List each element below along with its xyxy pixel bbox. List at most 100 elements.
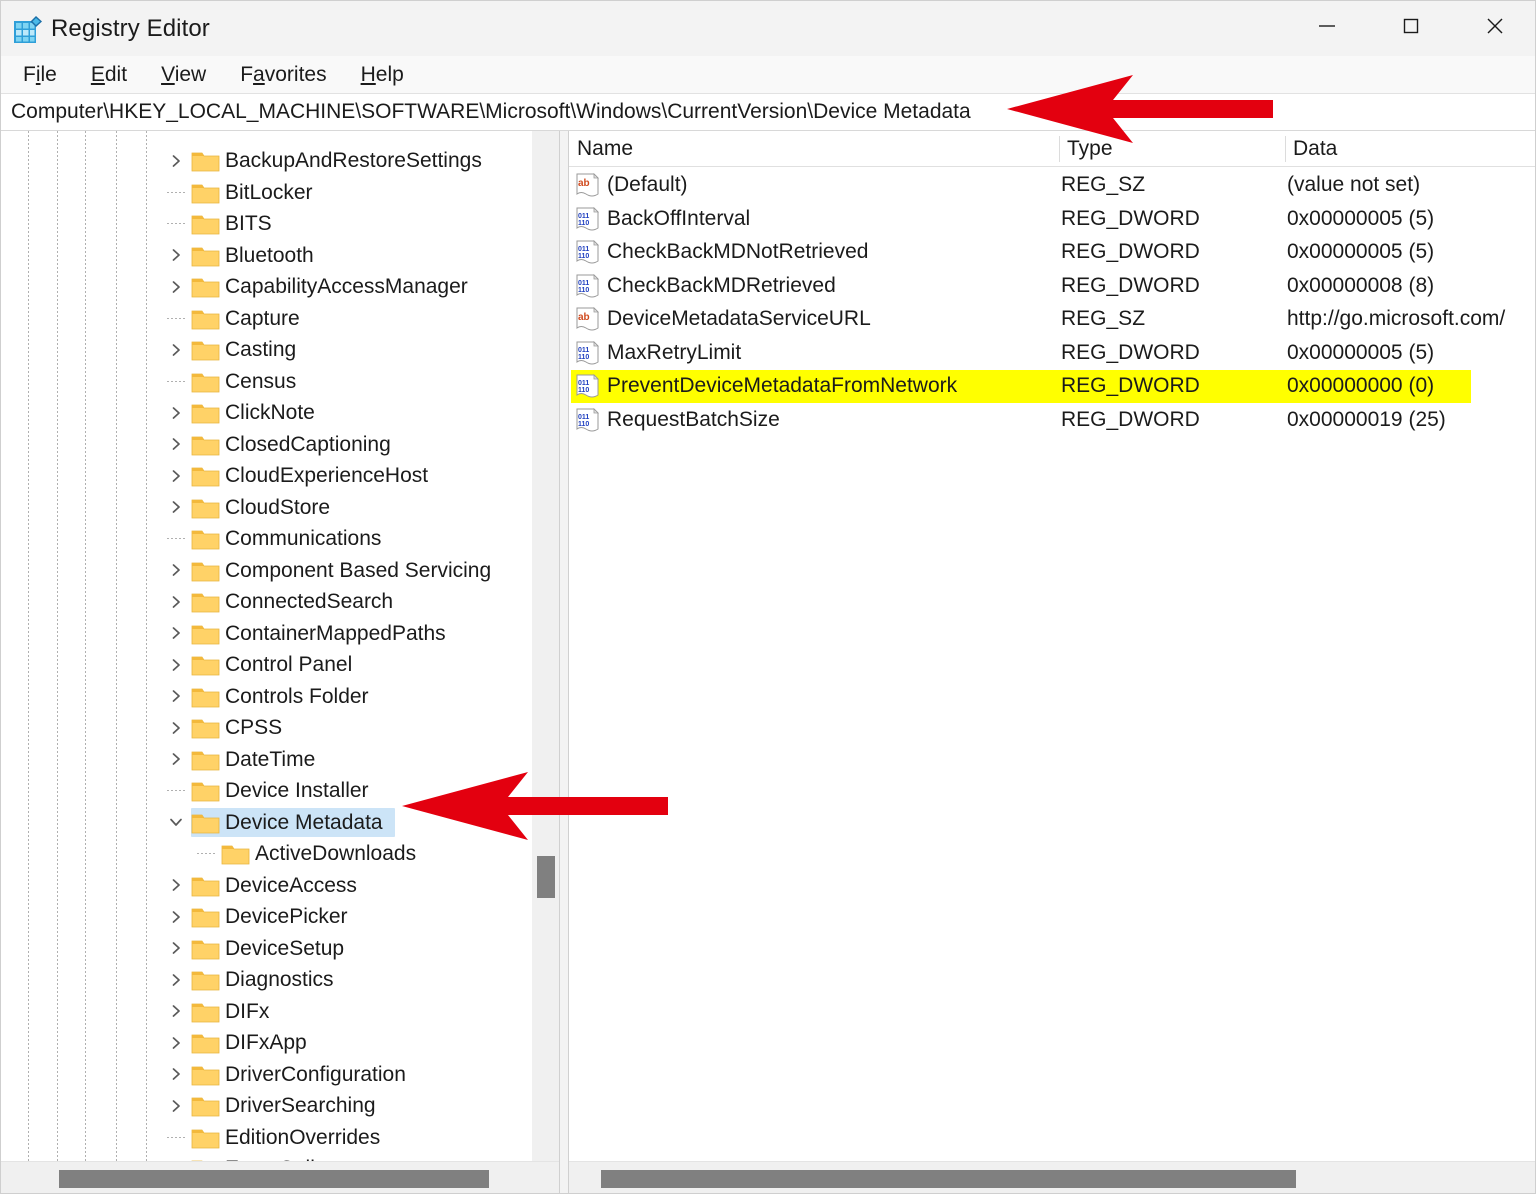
chevron-right-icon[interactable] xyxy=(166,1001,186,1021)
menu-item-view[interactable]: View xyxy=(151,59,216,91)
tree-item-label: Device Installer xyxy=(225,779,369,802)
tree-branch-line xyxy=(167,223,187,224)
tree-item-bits[interactable]: BITS xyxy=(1,208,531,240)
chevron-right-icon[interactable] xyxy=(166,623,186,643)
tree-item-datetime[interactable]: DateTime xyxy=(1,744,531,776)
chevron-right-icon[interactable] xyxy=(166,466,186,486)
value-name: CheckBackMDRetrieved xyxy=(607,273,836,297)
tree-item-devicepicker[interactable]: DevicePicker xyxy=(1,901,531,933)
tree-item-controls-folder[interactable]: Controls Folder xyxy=(1,681,531,713)
address-bar[interactable]: Computer\HKEY_LOCAL_MACHINE\SOFTWARE\Mic… xyxy=(1,94,1535,131)
tree-item-eventcollector[interactable]: EventCollector xyxy=(1,1153,531,1161)
tree-item-capabilityaccessmanager[interactable]: CapabilityAccessManager xyxy=(1,271,531,303)
tree-horizontal-scrollbar[interactable] xyxy=(1,1161,559,1193)
column-header-data[interactable]: Data xyxy=(1285,131,1535,167)
registry-tree[interactable]: BackupAndRestoreSettings BitLocker BITS Blu… xyxy=(1,131,531,1161)
tree-item-difx[interactable]: DIFx xyxy=(1,996,531,1028)
tree-vertical-scrollbar[interactable] xyxy=(531,131,559,1161)
tree-item-cloudstore[interactable]: CloudStore xyxy=(1,492,531,524)
menu-item-favorites[interactable]: Favorites xyxy=(230,59,336,91)
menu-item-help[interactable]: Help xyxy=(351,59,414,91)
tree-item-containermappedpaths[interactable]: ContainerMappedPaths xyxy=(1,618,531,650)
folder-icon xyxy=(191,1095,220,1117)
tree-item-bluetooth[interactable]: Bluetooth xyxy=(1,240,531,272)
chevron-right-icon[interactable] xyxy=(166,403,186,423)
tree-item-device-metadata[interactable]: Device Metadata xyxy=(1,807,531,839)
chevron-right-icon[interactable] xyxy=(166,875,186,895)
tree-item-casting[interactable]: Casting xyxy=(1,334,531,366)
tree-item-driverconfiguration[interactable]: DriverConfiguration xyxy=(1,1059,531,1091)
menu-item-edit[interactable]: Edit xyxy=(81,59,137,91)
value-row[interactable]: 011 110 MaxRetryLimit REG_DWORD 0x00000005 (… xyxy=(569,337,1535,371)
chevron-right-icon[interactable] xyxy=(166,340,186,360)
tree-item-clicknote[interactable]: ClickNote xyxy=(1,397,531,429)
chevron-right-icon[interactable] xyxy=(166,655,186,675)
chevron-right-icon[interactable] xyxy=(166,938,186,958)
tree-item-driversearching[interactable]: DriverSearching xyxy=(1,1090,531,1122)
tree-vertical-scroll-thumb[interactable] xyxy=(537,856,555,898)
tree-item-control-panel[interactable]: Control Panel xyxy=(1,649,531,681)
tree-item-cloudexperiencehost[interactable]: CloudExperienceHost xyxy=(1,460,531,492)
tree-item-diagnostics[interactable]: Diagnostics xyxy=(1,964,531,996)
tree-item-capture[interactable]: Capture xyxy=(1,303,531,335)
value-row[interactable]: ab DeviceMetadataServiceURL REG_SZ http://g… xyxy=(569,303,1535,337)
tree-item-census[interactable]: Census xyxy=(1,366,531,398)
value-data: 0x00000005 (5) xyxy=(1287,206,1435,230)
chevron-right-icon[interactable] xyxy=(166,1033,186,1053)
value-row[interactable]: 011 110 CheckBackMDRetrieved REG_DWORD 0x000… xyxy=(569,270,1535,304)
tree-item-communications[interactable]: Communications xyxy=(1,523,531,555)
chevron-right-icon[interactable] xyxy=(166,245,186,265)
chevron-right-icon[interactable] xyxy=(166,970,186,990)
values-horizontal-scroll-thumb[interactable] xyxy=(601,1170,1296,1188)
pane-splitter[interactable] xyxy=(559,131,569,1193)
column-header-name[interactable]: Name xyxy=(569,131,1059,167)
chevron-right-icon[interactable] xyxy=(166,592,186,612)
chevron-right-icon[interactable] xyxy=(166,497,186,517)
tree-horizontal-scroll-thumb[interactable] xyxy=(59,1170,489,1188)
tree-item-closedcaptioning[interactable]: ClosedCaptioning xyxy=(1,429,531,461)
column-divider[interactable] xyxy=(1059,136,1060,162)
column-divider[interactable] xyxy=(1285,136,1286,162)
tree-item-editionoverrides[interactable]: EditionOverrides xyxy=(1,1122,531,1154)
folder-icon xyxy=(191,339,220,361)
chevron-down-icon[interactable] xyxy=(166,812,186,832)
value-row[interactable]: 011 110 PreventDeviceMetadataFromNetwork RE… xyxy=(569,370,1535,404)
value-row[interactable]: ab (Default) REG_SZ (value not set) xyxy=(569,169,1535,203)
values-column-header[interactable]: Name Type Data xyxy=(569,131,1535,167)
chevron-right-icon[interactable] xyxy=(166,434,186,454)
chevron-right-icon[interactable] xyxy=(166,277,186,297)
value-row[interactable]: 011 110 BackOffInterval REG_DWORD 0x00000005… xyxy=(569,203,1535,237)
maximize-button[interactable] xyxy=(1369,1,1453,56)
chevron-right-icon[interactable] xyxy=(166,749,186,769)
chevron-right-icon[interactable] xyxy=(166,718,186,738)
value-row[interactable]: 011 110 CheckBackMDNotRetrieved REG_DWORD 0x… xyxy=(569,236,1535,270)
chevron-right-icon[interactable] xyxy=(166,907,186,927)
values-horizontal-scrollbar[interactable] xyxy=(569,1161,1535,1193)
chevron-right-icon[interactable] xyxy=(166,151,186,171)
tree-item-bitlocker[interactable]: BitLocker xyxy=(1,177,531,209)
tree-item-difxapp[interactable]: DIFxApp xyxy=(1,1027,531,1059)
folder-icon xyxy=(191,1001,220,1023)
tree-item-component-based-servicing[interactable]: Component Based Servicing xyxy=(1,555,531,587)
chevron-right-icon[interactable] xyxy=(166,1096,186,1116)
menu-item-file[interactable]: File xyxy=(13,59,67,91)
value-row[interactable]: 011 110 RequestBatchSize REG_DWORD 0x0000001… xyxy=(569,404,1535,438)
tree-item-devicesetup[interactable]: DeviceSetup xyxy=(1,933,531,965)
tree-item-connectedsearch[interactable]: ConnectedSearch xyxy=(1,586,531,618)
tree-item-activedownloads[interactable]: ActiveDownloads xyxy=(1,838,531,870)
minimize-button[interactable] xyxy=(1285,1,1369,56)
close-button[interactable] xyxy=(1453,1,1535,56)
chevron-right-icon[interactable] xyxy=(166,686,186,706)
chevron-right-icon[interactable] xyxy=(166,560,186,580)
svg-text:ab: ab xyxy=(578,312,590,323)
close-icon xyxy=(1484,15,1506,42)
tree-item-device-installer[interactable]: Device Installer xyxy=(1,775,531,807)
tree-item-backupandrestoresettings[interactable]: BackupAndRestoreSettings xyxy=(1,145,531,177)
tree-item-label: DeviceAccess xyxy=(225,873,357,897)
tree-item-deviceaccess[interactable]: DeviceAccess xyxy=(1,870,531,902)
column-header-type[interactable]: Type xyxy=(1059,131,1285,167)
value-type: REG_DWORD xyxy=(1061,273,1200,297)
folder-icon xyxy=(221,843,250,865)
chevron-right-icon[interactable] xyxy=(166,1064,186,1084)
tree-item-cpss[interactable]: CPSS xyxy=(1,712,531,744)
